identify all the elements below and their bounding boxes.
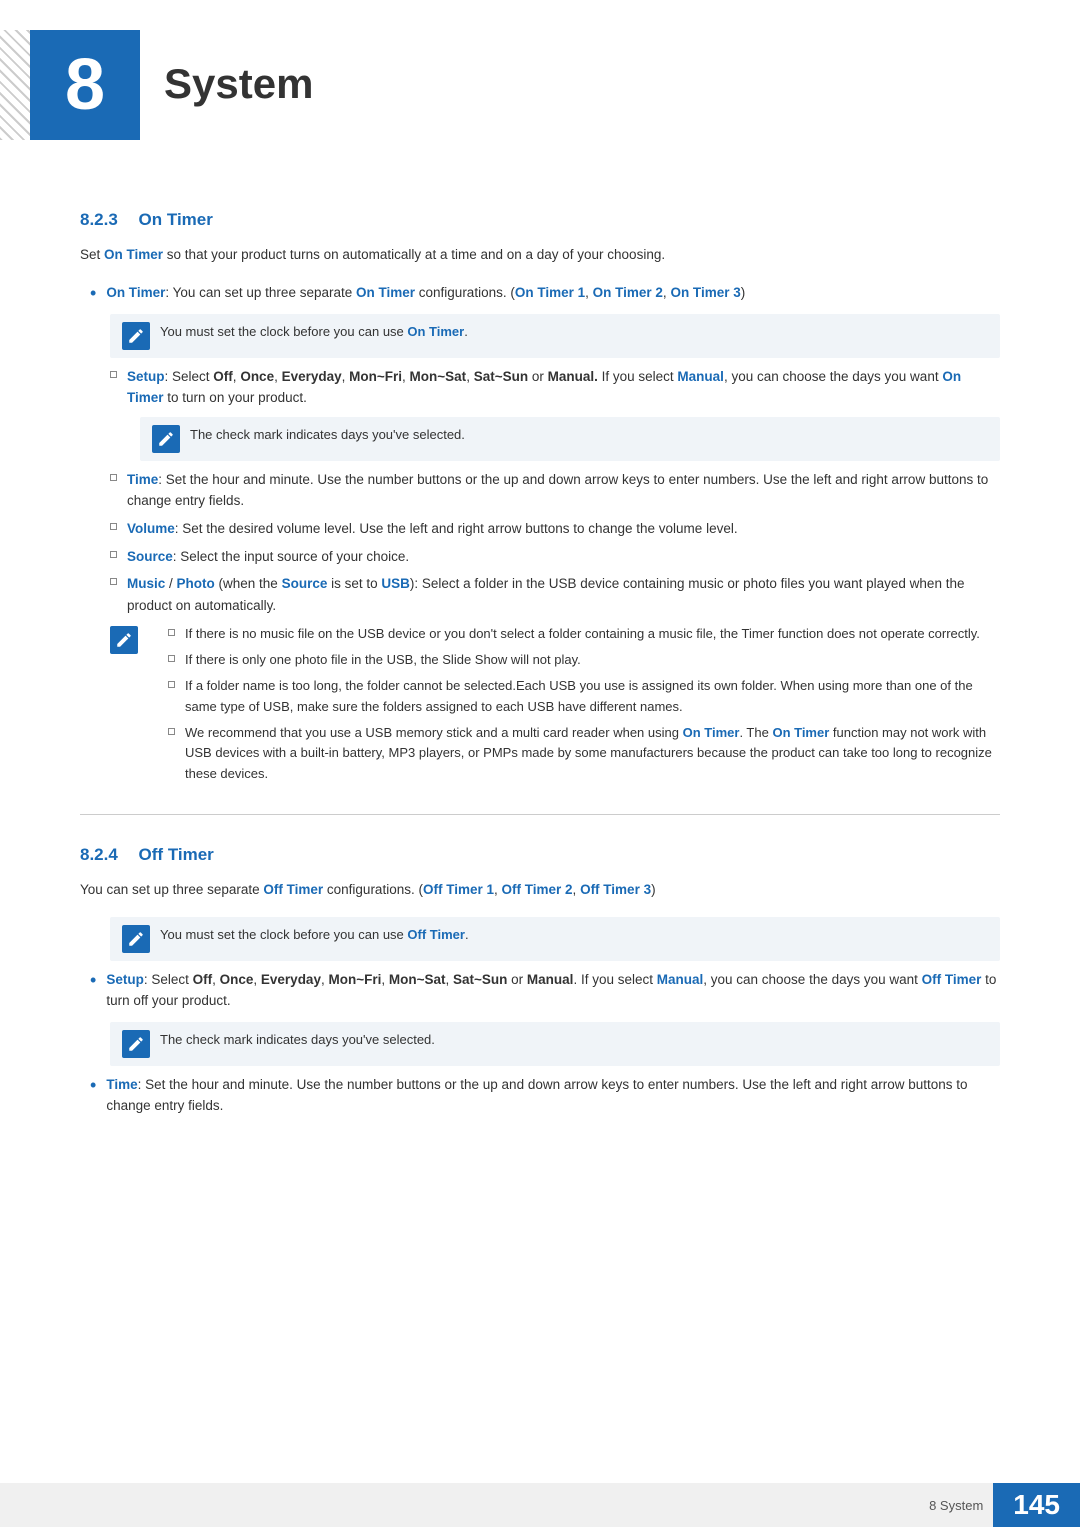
page-footer: 8 System 145 [0, 1483, 1080, 1527]
sub-text-music-photo: Music / Photo (when the Source is set to… [127, 573, 1000, 616]
bullet-dot-off-1: • [90, 970, 96, 991]
bullet-on-timer-text: On Timer: You can set up three separate … [106, 282, 745, 304]
chapter-title: System [140, 30, 313, 108]
sub-text-source: Source: Select the input source of your … [127, 546, 409, 568]
deep-sub-item-3: If a folder name is too long, the folder… [168, 676, 1000, 718]
deep-sub-text-3: If a folder name is too long, the folder… [185, 676, 1000, 718]
note-icon-1 [122, 322, 150, 350]
sub-item-source: Source: Select the input source of your … [110, 546, 1000, 568]
main-content: 8.2.3 On Timer Set On Timer so that your… [0, 160, 1080, 1207]
note-1-text: You must set the clock before you can us… [160, 322, 468, 342]
note-icon-4 [122, 925, 150, 953]
deep-sub-text-4: We recommend that you use a USB memory s… [185, 723, 1000, 785]
sub-bullet-source [110, 551, 117, 558]
chapter-number-box: 8 [30, 30, 140, 140]
section-824-intro: You can set up three separate Off Timer … [80, 879, 1000, 901]
note-icon-2 [152, 425, 180, 453]
note-box-3-container: If there is no music file on the USB dev… [110, 624, 1000, 790]
sub-item-volume: Volume: Set the desired volume level. Us… [110, 518, 1000, 540]
deep-sub-item-1: If there is no music file on the USB dev… [168, 624, 1000, 645]
sub-item-setup: Setup: Select Off, Once, Everyday, Mon~F… [110, 366, 1000, 409]
sub-text-time: Time: Set the hour and minute. Use the n… [127, 469, 1000, 512]
bullet-off-timer-setup-text: Setup: Select Off, Once, Everyday, Mon~F… [106, 969, 1000, 1012]
section-823-title: On Timer [139, 210, 213, 229]
note-box-2: The check mark indicates days you've sel… [140, 417, 1000, 461]
note-box-4: You must set the clock before you can us… [110, 917, 1000, 961]
deep-sub-bullet-4 [168, 728, 175, 735]
note-3-content: If there is no music file on the USB dev… [148, 624, 1000, 790]
page-header: 8 System [0, 0, 1080, 160]
section-824-num: 8.2.4 [80, 845, 118, 864]
note-2-text: The check mark indicates days you've sel… [190, 425, 465, 445]
chapter-number: 8 [65, 44, 105, 126]
deep-sub-item-4: We recommend that you use a USB memory s… [168, 723, 1000, 785]
bullet-off-timer-time: • Time: Set the hour and minute. Use the… [80, 1074, 1000, 1117]
deep-sub-items: If there is no music file on the USB dev… [148, 624, 1000, 785]
section-823-heading: 8.2.3 On Timer [80, 210, 1000, 230]
deep-sub-text-2: If there is only one photo file in the U… [185, 650, 581, 671]
note-icon-5 [122, 1030, 150, 1058]
bullet-off-timer-setup: • Setup: Select Off, Once, Everyday, Mon… [80, 969, 1000, 1012]
sub-bullet-setup [110, 371, 117, 378]
section-823-intro: Set On Timer so that your product turns … [80, 244, 1000, 266]
section-824-title: Off Timer [139, 845, 214, 864]
note-box-5: The check mark indicates days you've sel… [110, 1022, 1000, 1066]
sub-item-music-photo: Music / Photo (when the Source is set to… [110, 573, 1000, 616]
bullet-dot-1: • [90, 283, 96, 304]
bullet-off-timer-time-text: Time: Set the hour and minute. Use the n… [106, 1074, 1000, 1117]
section-824-heading: 8.2.4 Off Timer [80, 845, 1000, 865]
note-box-1: You must set the clock before you can us… [110, 314, 1000, 358]
sub-text-setup: Setup: Select Off, Once, Everyday, Mon~F… [127, 366, 1000, 409]
footer-page-number: 145 [1013, 1489, 1060, 1521]
sub-item-time: Time: Set the hour and minute. Use the n… [110, 469, 1000, 512]
note-5-text: The check mark indicates days you've sel… [160, 1030, 435, 1050]
sub-items-setup: Setup: Select Off, Once, Everyday, Mon~F… [80, 366, 1000, 409]
section-823-num: 8.2.3 [80, 210, 118, 229]
note-4-text: You must set the clock before you can us… [160, 925, 469, 945]
sub-bullet-volume [110, 523, 117, 530]
sub-bullet-time [110, 474, 117, 481]
footer-section-label: 8 System [919, 1498, 993, 1513]
bullet-dot-off-2: • [90, 1075, 96, 1096]
footer-content: 8 System 145 [919, 1483, 1080, 1527]
section-divider [80, 814, 1000, 815]
deep-sub-bullet-3 [168, 681, 175, 688]
bullet-on-timer-config: • On Timer: You can set up three separat… [80, 282, 1000, 304]
sub-bullet-music-photo [110, 578, 117, 585]
deep-sub-item-2: If there is only one photo file in the U… [168, 650, 1000, 671]
deep-sub-text-1: If there is no music file on the USB dev… [185, 624, 980, 645]
deep-sub-bullet-1 [168, 629, 175, 636]
sub-text-volume: Volume: Set the desired volume level. Us… [127, 518, 738, 540]
deep-sub-bullet-2 [168, 655, 175, 662]
footer-page-number-box: 145 [993, 1483, 1080, 1527]
sub-items-more: Time: Set the hour and minute. Use the n… [80, 469, 1000, 617]
note-icon-3 [110, 626, 138, 654]
